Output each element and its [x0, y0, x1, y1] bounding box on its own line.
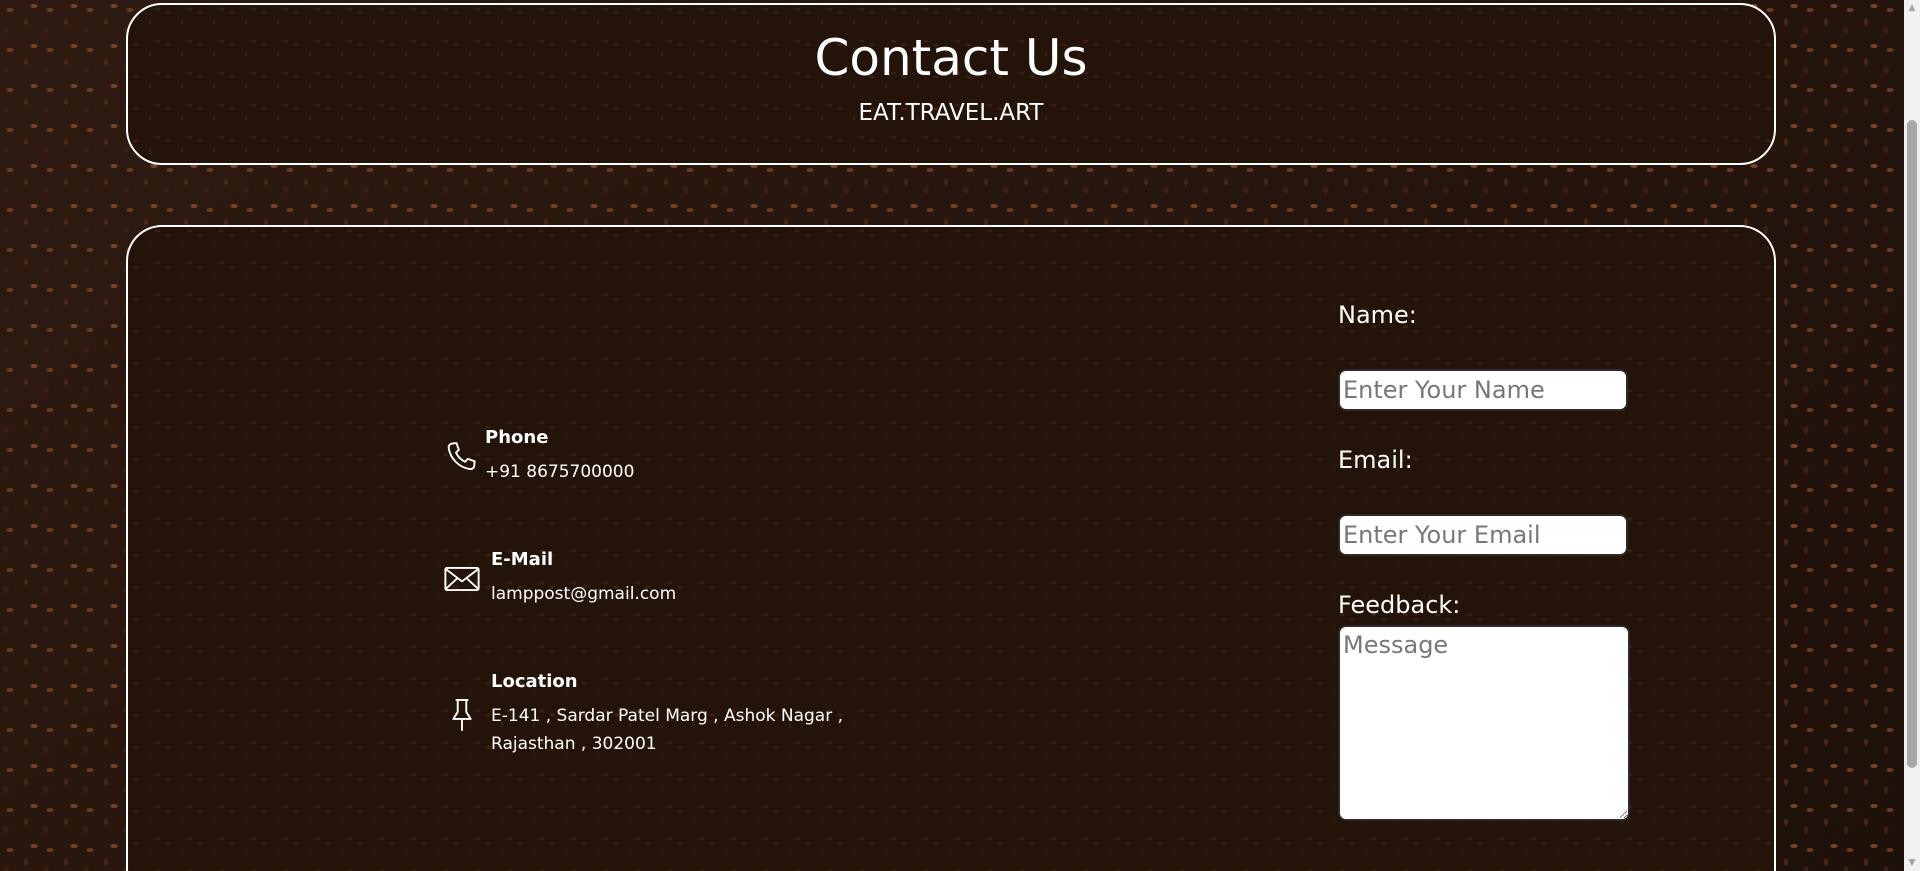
- email-title: E-Mail: [491, 549, 554, 570]
- feedback-label: Feedback:: [1338, 591, 1461, 619]
- location-details: Location E-141 , Sardar Patel Marg , Ash…: [491, 671, 851, 758]
- phone-title: Phone: [485, 427, 549, 448]
- phone-number: +91 8675700000: [485, 462, 635, 482]
- page-subtitle: EAT.TRAVEL.ART: [858, 100, 1044, 126]
- phone-details: Phone +91 8675700000: [485, 427, 634, 486]
- contact-location: Location E-141 , Sardar Patel Marg , Ash…: [443, 671, 851, 758]
- email-label: Email:: [1338, 446, 1413, 474]
- scroll-up-arrow-icon[interactable]: ▲: [1904, 0, 1920, 16]
- envelope-icon: [443, 560, 481, 598]
- message-textarea[interactable]: [1338, 625, 1630, 821]
- scroll-down-arrow-icon[interactable]: ▼: [1904, 855, 1920, 871]
- scrollbar-thumb[interactable]: [1907, 120, 1917, 768]
- email-address: lamppost@gmail.com: [491, 584, 677, 604]
- location-address: E-141 , Sardar Patel Marg , Ashok Nagar …: [491, 706, 844, 754]
- contact-phone: Phone +91 8675700000: [443, 427, 634, 486]
- contact-email: E-Mail lamppost@gmail.com: [443, 549, 676, 608]
- header-panel: Contact Us EAT.TRAVEL.ART: [126, 3, 1776, 165]
- email-details: E-Mail lamppost@gmail.com: [491, 549, 676, 608]
- phone-icon: [443, 438, 481, 476]
- page-scrollbar[interactable]: ▲ ▼: [1904, 0, 1920, 871]
- name-label: Name:: [1338, 301, 1417, 329]
- name-input[interactable]: [1338, 369, 1628, 411]
- pushpin-icon: [443, 696, 481, 734]
- page-title: Contact Us: [814, 29, 1088, 87]
- email-input[interactable]: [1338, 514, 1628, 556]
- location-title: Location: [491, 671, 578, 692]
- contact-panel: Phone +91 8675700000 E-Mail lamppost@gma…: [126, 225, 1776, 871]
- feedback-form: Name: Email: Feedback:: [1338, 301, 1638, 821]
- contact-page: Contact Us EAT.TRAVEL.ART Phone +91 8675…: [0, 0, 1904, 871]
